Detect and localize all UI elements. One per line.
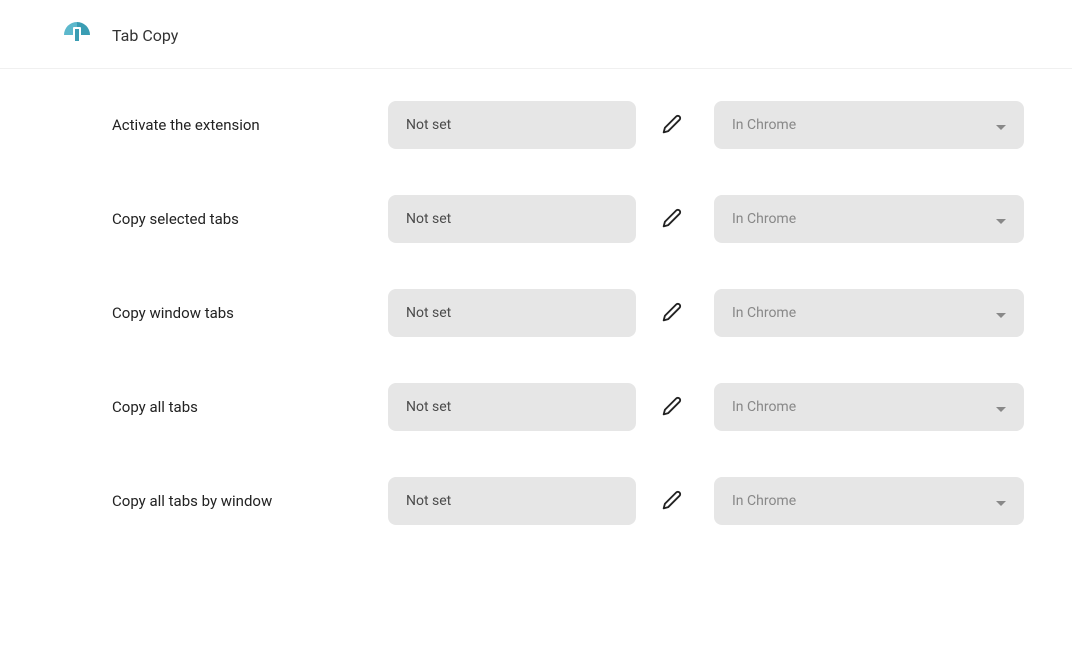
shortcut-row: Copy all tabs by window Not set In Chrom… bbox=[112, 477, 1024, 525]
shortcut-input[interactable]: Not set bbox=[388, 195, 636, 243]
shortcut-label: Activate the extension bbox=[112, 116, 388, 134]
shortcut-input[interactable]: Not set bbox=[388, 383, 636, 431]
scope-value: In Chrome bbox=[732, 211, 796, 227]
shortcut-value: Not set bbox=[406, 493, 451, 509]
scope-value: In Chrome bbox=[732, 305, 796, 321]
pencil-icon bbox=[662, 396, 682, 419]
shortcut-input[interactable]: Not set bbox=[388, 477, 636, 525]
extension-logo-icon bbox=[64, 22, 90, 48]
shortcut-input[interactable]: Not set bbox=[388, 289, 636, 337]
extension-header: Tab Copy bbox=[0, 0, 1072, 69]
pencil-icon bbox=[662, 114, 682, 137]
chevron-down-icon bbox=[996, 116, 1006, 135]
edit-shortcut-button[interactable] bbox=[652, 293, 692, 333]
scope-value: In Chrome bbox=[732, 399, 796, 415]
shortcut-label: Copy all tabs bbox=[112, 398, 388, 416]
shortcuts-list: Activate the extension Not set In Chrome… bbox=[0, 69, 1072, 525]
shortcut-row: Copy selected tabs Not set In Chrome bbox=[112, 195, 1024, 243]
scope-value: In Chrome bbox=[732, 117, 796, 133]
shortcut-row: Copy window tabs Not set In Chrome bbox=[112, 289, 1024, 337]
shortcut-value: Not set bbox=[406, 117, 451, 133]
scope-dropdown[interactable]: In Chrome bbox=[714, 289, 1024, 337]
scope-dropdown[interactable]: In Chrome bbox=[714, 383, 1024, 431]
chevron-down-icon bbox=[996, 210, 1006, 229]
shortcut-label: Copy window tabs bbox=[112, 304, 388, 322]
shortcut-label: Copy all tabs by window bbox=[112, 492, 388, 510]
chevron-down-icon bbox=[996, 492, 1006, 511]
shortcut-value: Not set bbox=[406, 399, 451, 415]
edit-shortcut-button[interactable] bbox=[652, 199, 692, 239]
pencil-icon bbox=[662, 490, 682, 513]
shortcut-value: Not set bbox=[406, 211, 451, 227]
scope-dropdown[interactable]: In Chrome bbox=[714, 101, 1024, 149]
shortcut-input[interactable]: Not set bbox=[388, 101, 636, 149]
pencil-icon bbox=[662, 302, 682, 325]
scope-dropdown[interactable]: In Chrome bbox=[714, 195, 1024, 243]
scope-dropdown[interactable]: In Chrome bbox=[714, 477, 1024, 525]
shortcut-label: Copy selected tabs bbox=[112, 210, 388, 228]
edit-shortcut-button[interactable] bbox=[652, 387, 692, 427]
edit-shortcut-button[interactable] bbox=[652, 105, 692, 145]
shortcut-row: Copy all tabs Not set In Chrome bbox=[112, 383, 1024, 431]
shortcut-value: Not set bbox=[406, 305, 451, 321]
scope-value: In Chrome bbox=[732, 493, 796, 509]
chevron-down-icon bbox=[996, 398, 1006, 417]
edit-shortcut-button[interactable] bbox=[652, 481, 692, 521]
shortcut-row: Activate the extension Not set In Chrome bbox=[112, 101, 1024, 149]
pencil-icon bbox=[662, 208, 682, 231]
extension-title: Tab Copy bbox=[112, 26, 178, 45]
chevron-down-icon bbox=[996, 304, 1006, 323]
